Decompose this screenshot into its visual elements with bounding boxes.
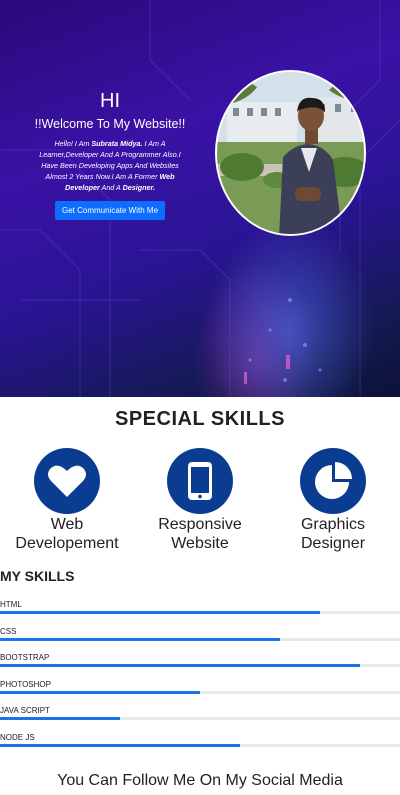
skill-card-label: Web Developement (0, 515, 134, 553)
skill-label-line: Developement (15, 535, 119, 552)
profile-photo-illustration (217, 72, 364, 234)
profile-photo (215, 70, 366, 236)
hero-welcome-heading: !!Welcome To My Website!! (34, 117, 186, 131)
skill-bar-row: BOOTSTRAP (0, 653, 400, 680)
skill-bar-track (0, 690, 400, 694)
skill-bars-list: HTML CSS BOOTSTRAP PHOTOSHOP JAVA SCRIPT NODE… (0, 600, 400, 759)
hero-section: HI !!Welcome To My Website!! Hello! I Am… (0, 0, 400, 397)
hero-intro-block: HI !!Welcome To My Website!! Hello! I Am… (30, 88, 190, 220)
skill-bar-track (0, 611, 400, 614)
hero-greeting: HI (100, 90, 120, 112)
skill-bar-row: CSS (0, 627, 400, 654)
hero-intro-text: Hello! I Am Subrata Midya. I Am A Learne… (30, 138, 190, 193)
social-media-heading: You Can Follow Me On My Social Media (57, 772, 343, 789)
skill-bar-track (0, 717, 400, 720)
skill-card-responsive-website: Responsive Website (133, 448, 267, 553)
skill-card-web-development: Web Developement (0, 448, 134, 553)
skill-bar-row: NODE JS (0, 733, 400, 760)
skill-label-line: Designer (300, 535, 366, 552)
skill-bar-fill (0, 664, 360, 667)
skill-bar-fill (0, 743, 240, 747)
skill-label-line: Responsive (158, 516, 242, 533)
skill-label-line: Website (171, 535, 229, 552)
skill-icon-circle (300, 448, 366, 514)
skill-bar-fill (0, 690, 200, 694)
skill-label-line: Web (50, 516, 84, 533)
skill-bar-label: BOOTSTRAP (0, 653, 50, 662)
skill-bar-row: JAVA SCRIPT (0, 706, 400, 733)
my-skills-title: MY SKILLS (0, 568, 75, 584)
intro-role-designer: Designer. (122, 183, 155, 192)
skill-icon-circle (34, 448, 100, 514)
skill-bar-track (0, 664, 400, 667)
intro-text-part: Hello! I Am (54, 139, 92, 148)
skill-card-label: Responsive Website (133, 515, 267, 553)
skill-bar-fill (0, 637, 280, 641)
mobile-phone-icon (188, 462, 212, 500)
communicate-button[interactable]: Get Communicate With Me (54, 201, 166, 220)
skill-bar-fill (0, 717, 120, 720)
skill-bar-label: HTML (0, 600, 22, 609)
intro-text-part: And A (99, 183, 123, 192)
skill-bar-label: NODE JS (0, 732, 35, 742)
pie-chart-icon (315, 462, 352, 499)
skill-card-graphics-designer: Graphics Designer (266, 448, 400, 553)
skill-bar-row: HTML (0, 600, 400, 627)
skill-label-line: Graphics (300, 516, 366, 533)
skill-bar-fill (0, 611, 320, 614)
skill-icon-circle (167, 448, 233, 514)
special-skills-title: SPECIAL SKILLS (115, 408, 285, 430)
skill-bar-track (0, 743, 400, 747)
skill-card-label: Graphics Designer (266, 515, 400, 553)
heart-icon (48, 465, 86, 497)
skill-bar-label: JAVA SCRIPT (0, 706, 50, 715)
skill-bar-row: PHOTOSHOP (0, 680, 400, 707)
skill-bar-track (0, 637, 400, 641)
skill-bar-label: CSS (0, 626, 17, 636)
skill-bar-label: PHOTOSHOP (0, 679, 51, 689)
intro-name: Subrata Midya. (91, 139, 143, 148)
